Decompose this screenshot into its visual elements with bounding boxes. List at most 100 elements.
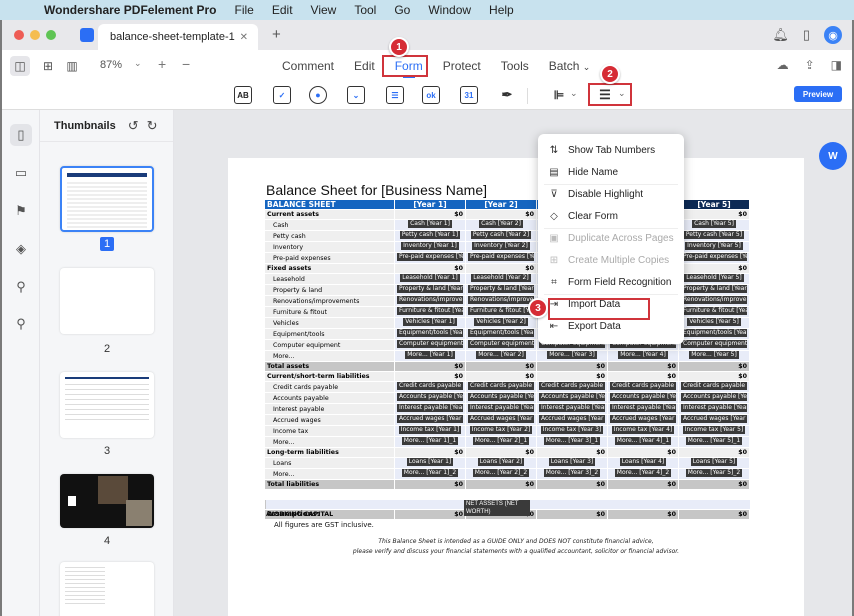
bell-icon[interactable]: 🔔︎ <box>772 27 789 43</box>
form-field[interactable]: Interest payable [Year 4] <box>610 404 676 412</box>
form-field[interactable]: Inventory [Year 1] <box>401 242 459 250</box>
checkbox-tool-icon[interactable]: ✓ <box>273 86 291 104</box>
form-field[interactable]: Petty cash [Year 2] <box>470 231 532 239</box>
page-thumbnail-3[interactable] <box>60 372 154 438</box>
form-field[interactable]: Renovations/improvements [Year 5] <box>681 296 747 304</box>
layers-panel-icon[interactable]: ◈ <box>10 238 32 260</box>
form-field[interactable]: Credit cards payable [Year 2] <box>468 382 534 390</box>
grid-view-icon[interactable]: ⊞ <box>38 56 58 76</box>
menu-window[interactable]: Window <box>428 3 471 17</box>
align-tool-icon[interactable]: ⊫ <box>550 86 568 104</box>
close-window-button[interactable] <box>14 30 24 40</box>
attachment-panel-icon[interactable]: ⚲ <box>10 276 32 298</box>
form-field[interactable]: Leasehold [Year 1] <box>400 274 460 282</box>
zoom-dropdown-chevron-icon[interactable]: ⌄ <box>134 58 142 69</box>
net-assets-form-field[interactable]: NET ASSETS (NET WORTH) <box>464 500 530 516</box>
right-panel-toggle-icon[interactable]: ◨ <box>831 58 842 72</box>
form-field[interactable]: Credit cards payable [Year 3] <box>539 382 605 390</box>
form-field[interactable]: Accrued wages [Year 3] <box>539 415 605 423</box>
menu-item-disable-highlight[interactable]: ⊽ Disable Highlight <box>546 184 643 204</box>
form-field[interactable]: Property & land [Year 1] <box>397 285 463 293</box>
form-field[interactable]: Income tax [Year 5] <box>682 426 746 434</box>
zoom-in-button[interactable]: + <box>158 56 166 72</box>
form-field[interactable]: Cash [Year 2] <box>479 220 523 228</box>
form-field[interactable]: More... [Year 4]_1 <box>614 437 672 445</box>
form-field[interactable]: Cash [Year 5] <box>692 220 736 228</box>
rotate-left-icon[interactable]: ↺ <box>128 118 139 134</box>
form-field[interactable]: More... [Year 1] <box>405 351 455 359</box>
cloud-sync-icon[interactable]: ☁ <box>777 58 789 72</box>
form-field[interactable]: Income tax [Year 1] <box>398 426 462 434</box>
form-field[interactable]: More... [Year 2] <box>476 351 526 359</box>
mobile-device-icon[interactable]: ▯ <box>803 27 810 43</box>
two-page-view-icon[interactable]: ▥ <box>62 56 82 76</box>
form-field[interactable]: Accrued wages [Year 2] <box>468 415 534 423</box>
form-field[interactable]: Loans [Year 5] <box>690 458 738 466</box>
menu-item-show-tab-numbers[interactable]: ⇅ Show Tab Numbers <box>546 140 655 160</box>
form-field[interactable]: Accounts payable [Year 1] <box>397 393 463 401</box>
form-field[interactable]: More... [Year 5]_1 <box>685 437 743 445</box>
tab-comment[interactable]: Comment <box>282 59 334 73</box>
rotate-right-icon[interactable]: ↻ <box>147 118 158 134</box>
form-field[interactable]: Pre-paid expenses [Year 5] <box>681 253 747 261</box>
zoom-level[interactable]: 87% <box>100 59 122 71</box>
form-field[interactable]: Loans [Year 1] <box>406 458 454 466</box>
menu-view[interactable]: View <box>311 3 337 17</box>
form-field[interactable]: More... [Year 4]_2 <box>614 469 672 477</box>
form-field[interactable]: Pre-paid expenses [Year 2] <box>468 253 534 261</box>
menu-item-clear-form[interactable]: ◇ Clear Form <box>546 206 618 226</box>
form-field[interactable]: More... [Year 3]_1 <box>543 437 601 445</box>
form-field[interactable]: More... [Year 5] <box>689 351 739 359</box>
form-field[interactable]: Computer equipment [Year 5] <box>681 340 747 348</box>
page-thumbnail-5[interactable] <box>60 562 154 616</box>
form-field[interactable]: Interest payable [Year 5] <box>681 404 747 412</box>
page-thumbnail-1[interactable] <box>60 166 154 232</box>
form-field[interactable]: More... [Year 5]_2 <box>685 469 743 477</box>
zoom-out-button[interactable]: − <box>182 56 190 72</box>
form-field[interactable]: Accrued wages [Year 5] <box>681 415 747 423</box>
form-field[interactable]: Credit cards payable [Year 5] <box>681 382 747 390</box>
single-page-view-icon[interactable]: ◫ <box>10 56 30 76</box>
form-field[interactable]: Interest payable [Year 3] <box>539 404 605 412</box>
form-field[interactable]: More... [Year 1]_1 <box>401 437 459 445</box>
form-field[interactable]: Income tax [Year 3] <box>540 426 604 434</box>
menu-item-form-field-recognition[interactable]: ⌗ Form Field Recognition <box>546 272 671 292</box>
radio-button-tool-icon[interactable]: ● <box>309 86 327 104</box>
form-field[interactable]: Renovations/improvements [Year 2] <box>468 296 534 304</box>
form-field[interactable]: Vehicles [Year 2] <box>474 318 528 326</box>
form-field[interactable]: Inventory [Year 5] <box>685 242 743 250</box>
form-field[interactable]: More... [Year 3]_2 <box>543 469 601 477</box>
menu-go[interactable]: Go <box>394 3 410 17</box>
form-field[interactable]: Property & land [Year 2] <box>468 285 534 293</box>
form-field[interactable]: Inventory [Year 2] <box>472 242 530 250</box>
form-field[interactable]: Credit cards payable [Year 4] <box>610 382 676 390</box>
zoom-window-button[interactable] <box>46 30 56 40</box>
form-field[interactable]: Cash [Year 1] <box>408 220 452 228</box>
close-tab-icon[interactable]: ✕ <box>240 32 248 43</box>
form-field[interactable]: Furniture & fitout [Year 1] <box>397 307 463 315</box>
thumbnails-panel-icon[interactable]: ▯ <box>10 124 32 146</box>
tab-protect[interactable]: Protect <box>443 59 481 73</box>
bookmark-panel-icon[interactable]: ⚑ <box>10 200 32 222</box>
form-field[interactable]: Computer equipment [Year 2] <box>468 340 534 348</box>
form-field[interactable]: Accounts payable [Year 5] <box>681 393 747 401</box>
form-field[interactable]: Credit cards payable [Year 1] <box>397 382 463 390</box>
form-field[interactable]: Petty cash [Year 5] <box>683 231 745 239</box>
list-box-tool-icon[interactable]: ☰ <box>386 86 404 104</box>
preview-button[interactable]: Preview <box>794 86 842 102</box>
form-field[interactable]: More... [Year 4] <box>618 351 668 359</box>
form-field[interactable]: Income tax [Year 4] <box>611 426 675 434</box>
tab-edit[interactable]: Edit <box>354 59 375 73</box>
text-field-tool-icon[interactable]: AB <box>234 86 252 104</box>
form-field[interactable]: More... [Year 1]_2 <box>401 469 459 477</box>
convert-to-word-icon[interactable]: W <box>819 142 847 170</box>
date-field-tool-icon[interactable]: 31 <box>460 86 478 104</box>
form-field[interactable]: Petty cash [Year 1] <box>399 231 461 239</box>
form-field[interactable]: Equipment/tools [Year 5] <box>681 329 747 337</box>
form-field[interactable]: Renovations/improvements [Year 1] <box>397 296 463 304</box>
form-field[interactable]: Interest payable [Year 1] <box>397 404 463 412</box>
form-field[interactable]: Pre-paid expenses [Year 1] <box>397 253 463 261</box>
minimize-window-button[interactable] <box>30 30 40 40</box>
form-field[interactable]: Furniture & fitout [Year 2] <box>468 307 534 315</box>
page-thumbnail-4[interactable] <box>60 474 154 528</box>
